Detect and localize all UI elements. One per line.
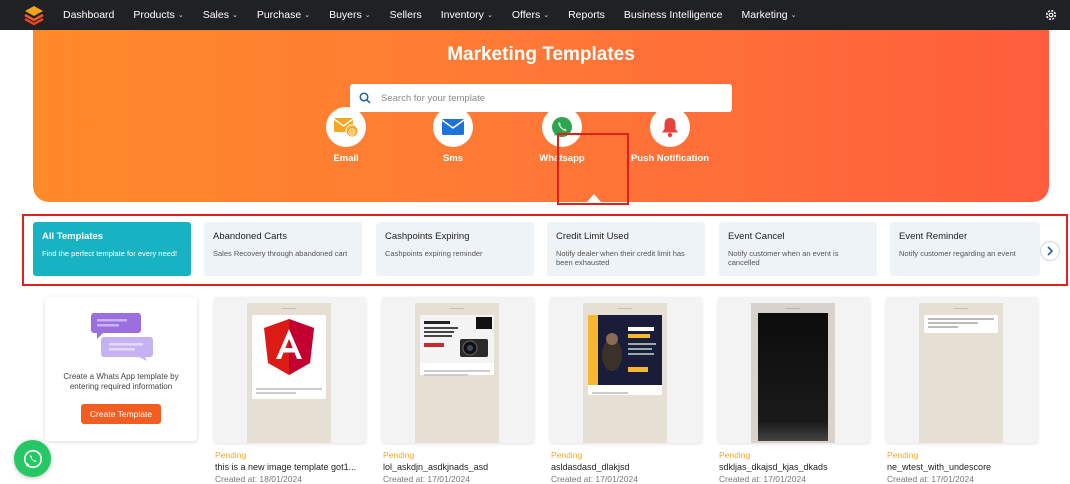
chevron-down-icon: ⌄ bbox=[231, 12, 238, 19]
channel-email[interactable]: @ Email bbox=[306, 107, 386, 164]
svg-text:@: @ bbox=[348, 127, 356, 136]
template-name: this is a new image template got1... bbox=[215, 462, 357, 472]
template-name: asldasdasd_dlakjsd bbox=[551, 462, 630, 472]
nav-products[interactable]: Products ⌄ bbox=[133, 9, 183, 21]
envelope-icon bbox=[433, 107, 473, 147]
template-preview: ———— bbox=[247, 303, 331, 443]
chevron-down-icon: ⌄ bbox=[486, 12, 493, 19]
nav-buyers[interactable]: Buyers ⌄ bbox=[329, 9, 371, 21]
template-preview: ———— bbox=[919, 303, 1003, 443]
nav-marketing[interactable]: Marketing ⌄ bbox=[742, 9, 797, 21]
channel-sms[interactable]: Sms bbox=[413, 107, 493, 164]
email-icon: @ bbox=[326, 107, 366, 147]
template-card[interactable]: ———— bbox=[214, 297, 366, 443]
search-icon bbox=[359, 92, 371, 104]
chevron-down-icon: ⌄ bbox=[364, 12, 371, 19]
chevron-down-icon: ⌄ bbox=[543, 12, 550, 19]
template-preview: ———— bbox=[415, 303, 499, 443]
nav-sellers[interactable]: Sellers bbox=[390, 9, 422, 21]
whatsapp-icon bbox=[23, 449, 42, 468]
bell-icon bbox=[650, 107, 690, 147]
search-input[interactable] bbox=[381, 92, 711, 104]
selected-channel-pointer bbox=[587, 194, 601, 202]
template-preview: ———— bbox=[751, 303, 835, 443]
chevron-right-icon bbox=[1047, 246, 1054, 256]
whatsapp-chat-button[interactable] bbox=[14, 440, 51, 477]
template-name: lol_askdjn_asdkjnads_asd bbox=[383, 462, 489, 472]
template-card[interactable]: ———— bbox=[886, 297, 1038, 443]
template-created-date: Created at: 18/01/2024 bbox=[215, 474, 302, 484]
template-card[interactable]: ———— bbox=[718, 297, 870, 443]
nav-sales[interactable]: Sales ⌄ bbox=[203, 9, 238, 21]
template-name: sdkljas_dkajsd_kjas_dkads bbox=[719, 462, 828, 472]
nav-offers[interactable]: Offers ⌄ bbox=[512, 9, 549, 21]
app-logo-icon[interactable] bbox=[23, 4, 45, 26]
template-preview: ———— bbox=[583, 303, 667, 443]
template-name: ne_wtest_with_undescore bbox=[887, 462, 992, 472]
category-event-cancel[interactable]: Event Cancel Notify customer when an eve… bbox=[719, 222, 877, 276]
camera-promo-image bbox=[420, 315, 494, 363]
channel-push-notification[interactable]: Push Notification bbox=[630, 107, 710, 164]
nav-inventory[interactable]: Inventory ⌄ bbox=[441, 9, 493, 21]
template-created-date: Created at: 17/01/2024 bbox=[551, 474, 638, 484]
category-credit-limit-used[interactable]: Credit Limit Used Notify dealer when the… bbox=[547, 222, 705, 276]
category-event-reminder[interactable]: Event Reminder Notify customer regarding… bbox=[890, 222, 1040, 276]
create-template-button[interactable]: Create Template bbox=[81, 404, 161, 424]
category-abandoned-carts[interactable]: Abandoned Carts Sales Recovery through a… bbox=[204, 222, 362, 276]
template-created-date: Created at: 17/01/2024 bbox=[887, 474, 974, 484]
chevron-down-icon: ⌄ bbox=[177, 12, 184, 19]
nav-purchase[interactable]: Purchase ⌄ bbox=[257, 9, 310, 21]
next-categories-button[interactable] bbox=[1040, 241, 1060, 261]
template-created-date: Created at: 17/01/2024 bbox=[383, 474, 470, 484]
gear-icon[interactable] bbox=[1044, 8, 1058, 22]
category-cashpoints-expiring[interactable]: Cashpoints Expiring Cashpoints expiring … bbox=[376, 222, 534, 276]
nav-dashboard[interactable]: Dashboard bbox=[63, 9, 114, 21]
profile-poster-image bbox=[588, 315, 662, 385]
status-badge: Pending bbox=[887, 450, 919, 460]
template-card[interactable]: ———— bbox=[382, 297, 534, 443]
chevron-down-icon: ⌄ bbox=[790, 12, 797, 19]
create-template-card: Create a Whats App template by entering … bbox=[45, 297, 197, 441]
top-navigation: Dashboard Products ⌄ Sales ⌄ Purchase ⌄ Buy… bbox=[0, 0, 1070, 30]
page-title: Marketing Templates bbox=[447, 44, 635, 65]
nav-reports[interactable]: Reports bbox=[568, 9, 605, 21]
template-created-date: Created at: 17/01/2024 bbox=[719, 474, 806, 484]
chevron-down-icon: ⌄ bbox=[304, 12, 311, 19]
video-preview-image bbox=[758, 313, 828, 441]
status-badge: Pending bbox=[551, 450, 583, 460]
nav-business-intelligence[interactable]: Business Intelligence bbox=[624, 9, 723, 21]
status-badge: Pending bbox=[719, 450, 751, 460]
status-badge: Pending bbox=[215, 450, 247, 460]
create-template-description: Create a Whats App template by entering … bbox=[63, 372, 179, 391]
status-badge: Pending bbox=[383, 450, 415, 460]
chat-bubbles-icon bbox=[91, 313, 153, 361]
template-card[interactable]: ———— bbox=[550, 297, 702, 443]
category-all-templates[interactable]: All Templates Find the perfect template … bbox=[33, 222, 191, 276]
angular-logo-image bbox=[264, 319, 314, 375]
